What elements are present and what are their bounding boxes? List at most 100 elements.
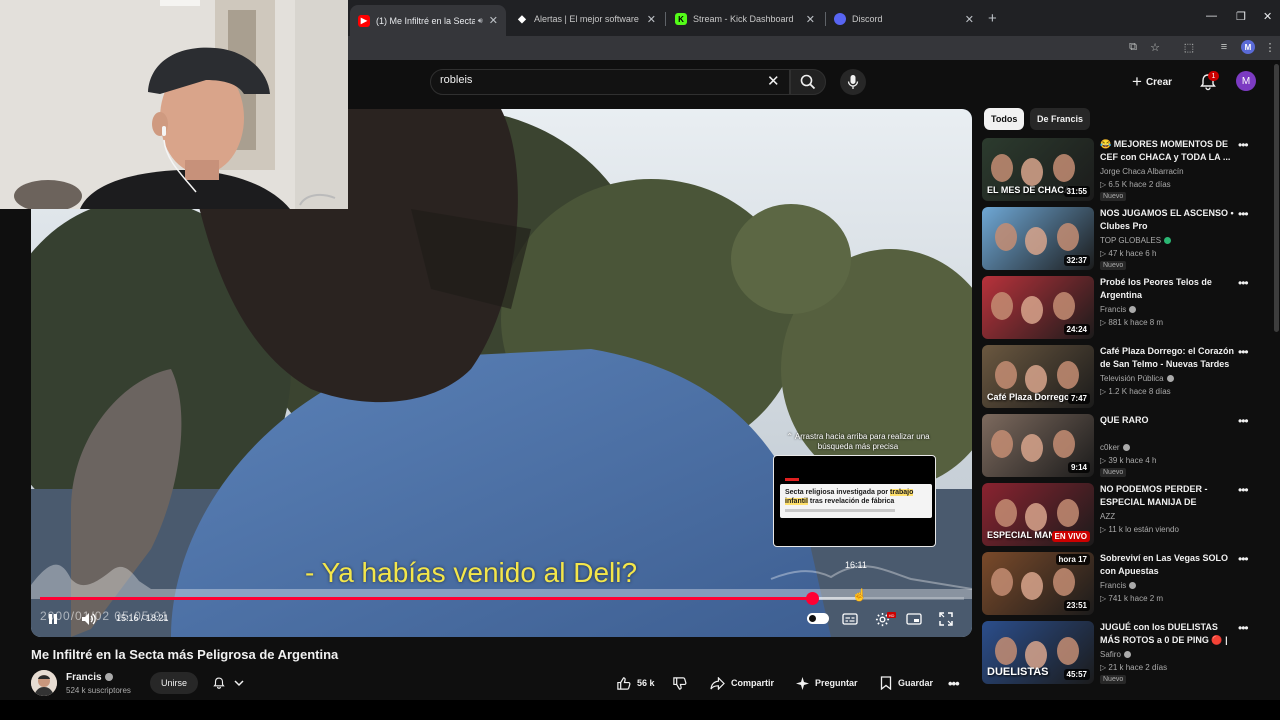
scrub-preview-thumbnail: Secta religiosa investigada por trabajo … — [773, 455, 936, 547]
recommendation-title[interactable]: NOS JUGAMOS EL ASCENSO • Clubes Pro — [1100, 207, 1240, 233]
recommendation-item[interactable]: ESPECIAL MANIJA DE EN VIVO NO PODEMOS PERD… — [982, 483, 1272, 549]
channel-name[interactable]: Francis — [66, 672, 113, 683]
video-thumbnail[interactable]: Café Plaza Dorrego 7:47 — [982, 345, 1094, 408]
recommendation-item[interactable]: Café Plaza Dorrego 7:47 Café Plaza Dorrego… — [982, 345, 1272, 411]
recommendation-item[interactable]: DUELISTAS 45:57 JUGUÉ con los DUELISTAS MÁ… — [982, 621, 1272, 687]
chip-all[interactable]: Todos — [984, 108, 1025, 130]
restore-icon[interactable]: ❐ — [1236, 10, 1246, 23]
recommendation-title[interactable]: JUGUÉ con los DUELISTAS MÁS ROTOS a 0 DE… — [1100, 621, 1240, 647]
more-options-icon[interactable]: ••• — [1238, 138, 1249, 152]
thumbs-down-icon — [673, 676, 687, 690]
recommendation-channel[interactable]: Francis — [1100, 305, 1137, 314]
recommendation-channel[interactable]: TOP GLOBALES — [1100, 236, 1172, 245]
share-icon — [710, 676, 725, 690]
like-button[interactable]: 56 k — [606, 672, 665, 694]
recommendation-item[interactable]: EL MES DE CHACA 31:55 😂 MEJORES MOMENTOS D… — [982, 138, 1272, 204]
close-tab-icon[interactable]: ✕ — [806, 13, 815, 26]
channel-avatar[interactable] — [31, 670, 57, 696]
search-button[interactable] — [790, 69, 826, 95]
pause-button[interactable] — [44, 611, 62, 627]
recommendation-channel[interactable]: Safiro — [1100, 650, 1131, 659]
volume-button[interactable] — [80, 611, 98, 627]
youtube-icon: ▶ — [358, 14, 370, 27]
recommendation-channel[interactable]: AZZ — [1100, 512, 1115, 521]
tab-divider — [665, 12, 666, 26]
tab-discord[interactable]: Discord ✕ — [826, 6, 982, 32]
media-control-icon[interactable]: ≡ — [1217, 40, 1231, 54]
search-input[interactable] — [430, 69, 790, 95]
recommendation-title[interactable]: QUE RARO — [1100, 414, 1240, 427]
recommendation-channel[interactable]: Televisión Pública — [1100, 374, 1174, 383]
tab-youtube[interactable]: ▶ (1) Me Infiltré en la Secta m 🔊︎ ✕ — [350, 5, 506, 36]
recommendation-title[interactable]: Café Plaza Dorrego: el Corazón de San Te… — [1100, 345, 1240, 371]
ask-button[interactable]: Preguntar — [786, 672, 868, 694]
miniplayer-button[interactable] — [905, 611, 923, 627]
new-tab-icon[interactable]: + — [988, 10, 997, 27]
extensions-icon[interactable]: ⬚ — [1182, 40, 1196, 54]
video-thumbnail[interactable]: ESPECIAL MANIJA DE EN VIVO — [982, 483, 1094, 546]
recommendation-channel[interactable]: c0ker — [1100, 443, 1130, 452]
tab-alertas[interactable]: ◆ Alertas | El mejor software para ✕ — [508, 6, 664, 32]
clear-search-icon[interactable]: ✕ — [767, 72, 780, 90]
share-button[interactable]: Compartir — [700, 672, 784, 694]
progress-scrubber-handle[interactable] — [806, 592, 819, 605]
dislike-button[interactable] — [662, 672, 697, 694]
chip-from-channel[interactable]: De Francis — [1030, 108, 1091, 130]
more-options-icon[interactable]: ••• — [1238, 621, 1249, 635]
recommendation-item[interactable]: 9:14 QUE RARO c0ker ▷ 39 k hace 4 h Nuevo ••• — [982, 414, 1272, 480]
subtitles-button[interactable] — [841, 611, 859, 627]
channel-name-text: Francis — [66, 672, 102, 683]
video-thumbnail[interactable]: EL MES DE CHACA 31:55 — [982, 138, 1094, 201]
close-tab-icon[interactable]: ✕ — [647, 13, 656, 26]
recommendation-item[interactable]: hora 17 23:51 Sobreviví en Las Vegas SOLO … — [982, 552, 1272, 618]
video-thumbnail[interactable]: 24:24 — [982, 276, 1094, 339]
recommendation-item[interactable]: 24:24 Probé los Peores Telos de Argentina… — [982, 276, 1272, 342]
new-badge: Nuevo — [1100, 675, 1127, 684]
channel-name-text: Jorge Chaca Albarracín — [1100, 167, 1184, 176]
minimize-icon[interactable]: — — [1206, 10, 1217, 22]
install-app-icon[interactable]: ⧉ — [1126, 40, 1140, 54]
video-thumbnail[interactable]: 32:37 — [982, 207, 1094, 270]
recommendation-channel[interactable]: Jorge Chaca Albarracín — [1100, 167, 1184, 176]
fullscreen-button[interactable] — [937, 611, 955, 627]
bookmark-star-icon[interactable]: ☆ — [1148, 40, 1162, 54]
recommendation-title[interactable]: 😂 MEJORES MOMENTOS DE CEF con CHACA y TO… — [1100, 138, 1240, 164]
video-thumbnail[interactable]: hora 17 23:51 — [982, 552, 1094, 615]
voice-search-button[interactable] — [840, 69, 866, 95]
account-avatar[interactable]: M — [1236, 71, 1256, 91]
autoplay-toggle[interactable] — [807, 613, 829, 624]
more-options-icon[interactable]: ••• — [1238, 276, 1249, 290]
tab-kick[interactable]: K Stream - Kick Dashboard ✕ — [667, 6, 823, 32]
audio-icon[interactable]: 🔊︎ — [478, 16, 483, 26]
recommendation-meta: ▷ 881 k hace 8 m — [1100, 318, 1164, 327]
recommendation-title[interactable]: Sobreviví en Las Vegas SOLO con Apuestas — [1100, 552, 1240, 578]
verified-icon — [104, 673, 113, 682]
preview-red-tag — [785, 478, 799, 481]
close-tab-icon[interactable]: ✕ — [489, 14, 498, 27]
create-button[interactable]: + Crear — [1132, 70, 1172, 94]
subscription-bell-button[interactable] — [204, 672, 252, 694]
more-actions-icon[interactable]: ••• — [944, 672, 963, 694]
miniplayer-icon — [906, 613, 922, 625]
more-options-icon[interactable]: ••• — [1238, 345, 1249, 359]
close-tab-icon[interactable]: ✕ — [965, 13, 974, 26]
close-window-icon[interactable]: ✕ — [1263, 10, 1272, 23]
more-options-icon[interactable]: ••• — [1238, 414, 1249, 428]
save-button[interactable]: Guardar — [870, 672, 943, 694]
recommendation-title[interactable]: Probé los Peores Telos de Argentina — [1100, 276, 1240, 302]
recommendation-item[interactable]: 32:37 NOS JUGAMOS EL ASCENSO • Clubes Pro… — [982, 207, 1272, 273]
browser-profile-avatar[interactable]: M — [1241, 40, 1255, 54]
video-thumbnail[interactable]: 9:14 — [982, 414, 1094, 477]
browser-menu-icon[interactable]: ⋮ — [1263, 40, 1277, 54]
join-button[interactable]: Unirse — [150, 672, 198, 694]
save-label: Guardar — [898, 678, 934, 688]
tab-title: Alertas | El mejor software para — [534, 14, 641, 24]
recommendation-channel[interactable]: Francis — [1100, 581, 1137, 590]
recommendation-title[interactable]: NO PODEMOS PERDER - ESPECIAL MANIJA DE C… — [1100, 483, 1240, 509]
more-options-icon[interactable]: ••• — [1238, 207, 1249, 221]
video-thumbnail[interactable]: DUELISTAS 45:57 — [982, 621, 1094, 684]
scrollbar-thumb[interactable] — [1274, 64, 1279, 332]
more-options-icon[interactable]: ••• — [1238, 483, 1249, 497]
channel-name-text: c0ker — [1100, 443, 1120, 452]
more-options-icon[interactable]: ••• — [1238, 552, 1249, 566]
